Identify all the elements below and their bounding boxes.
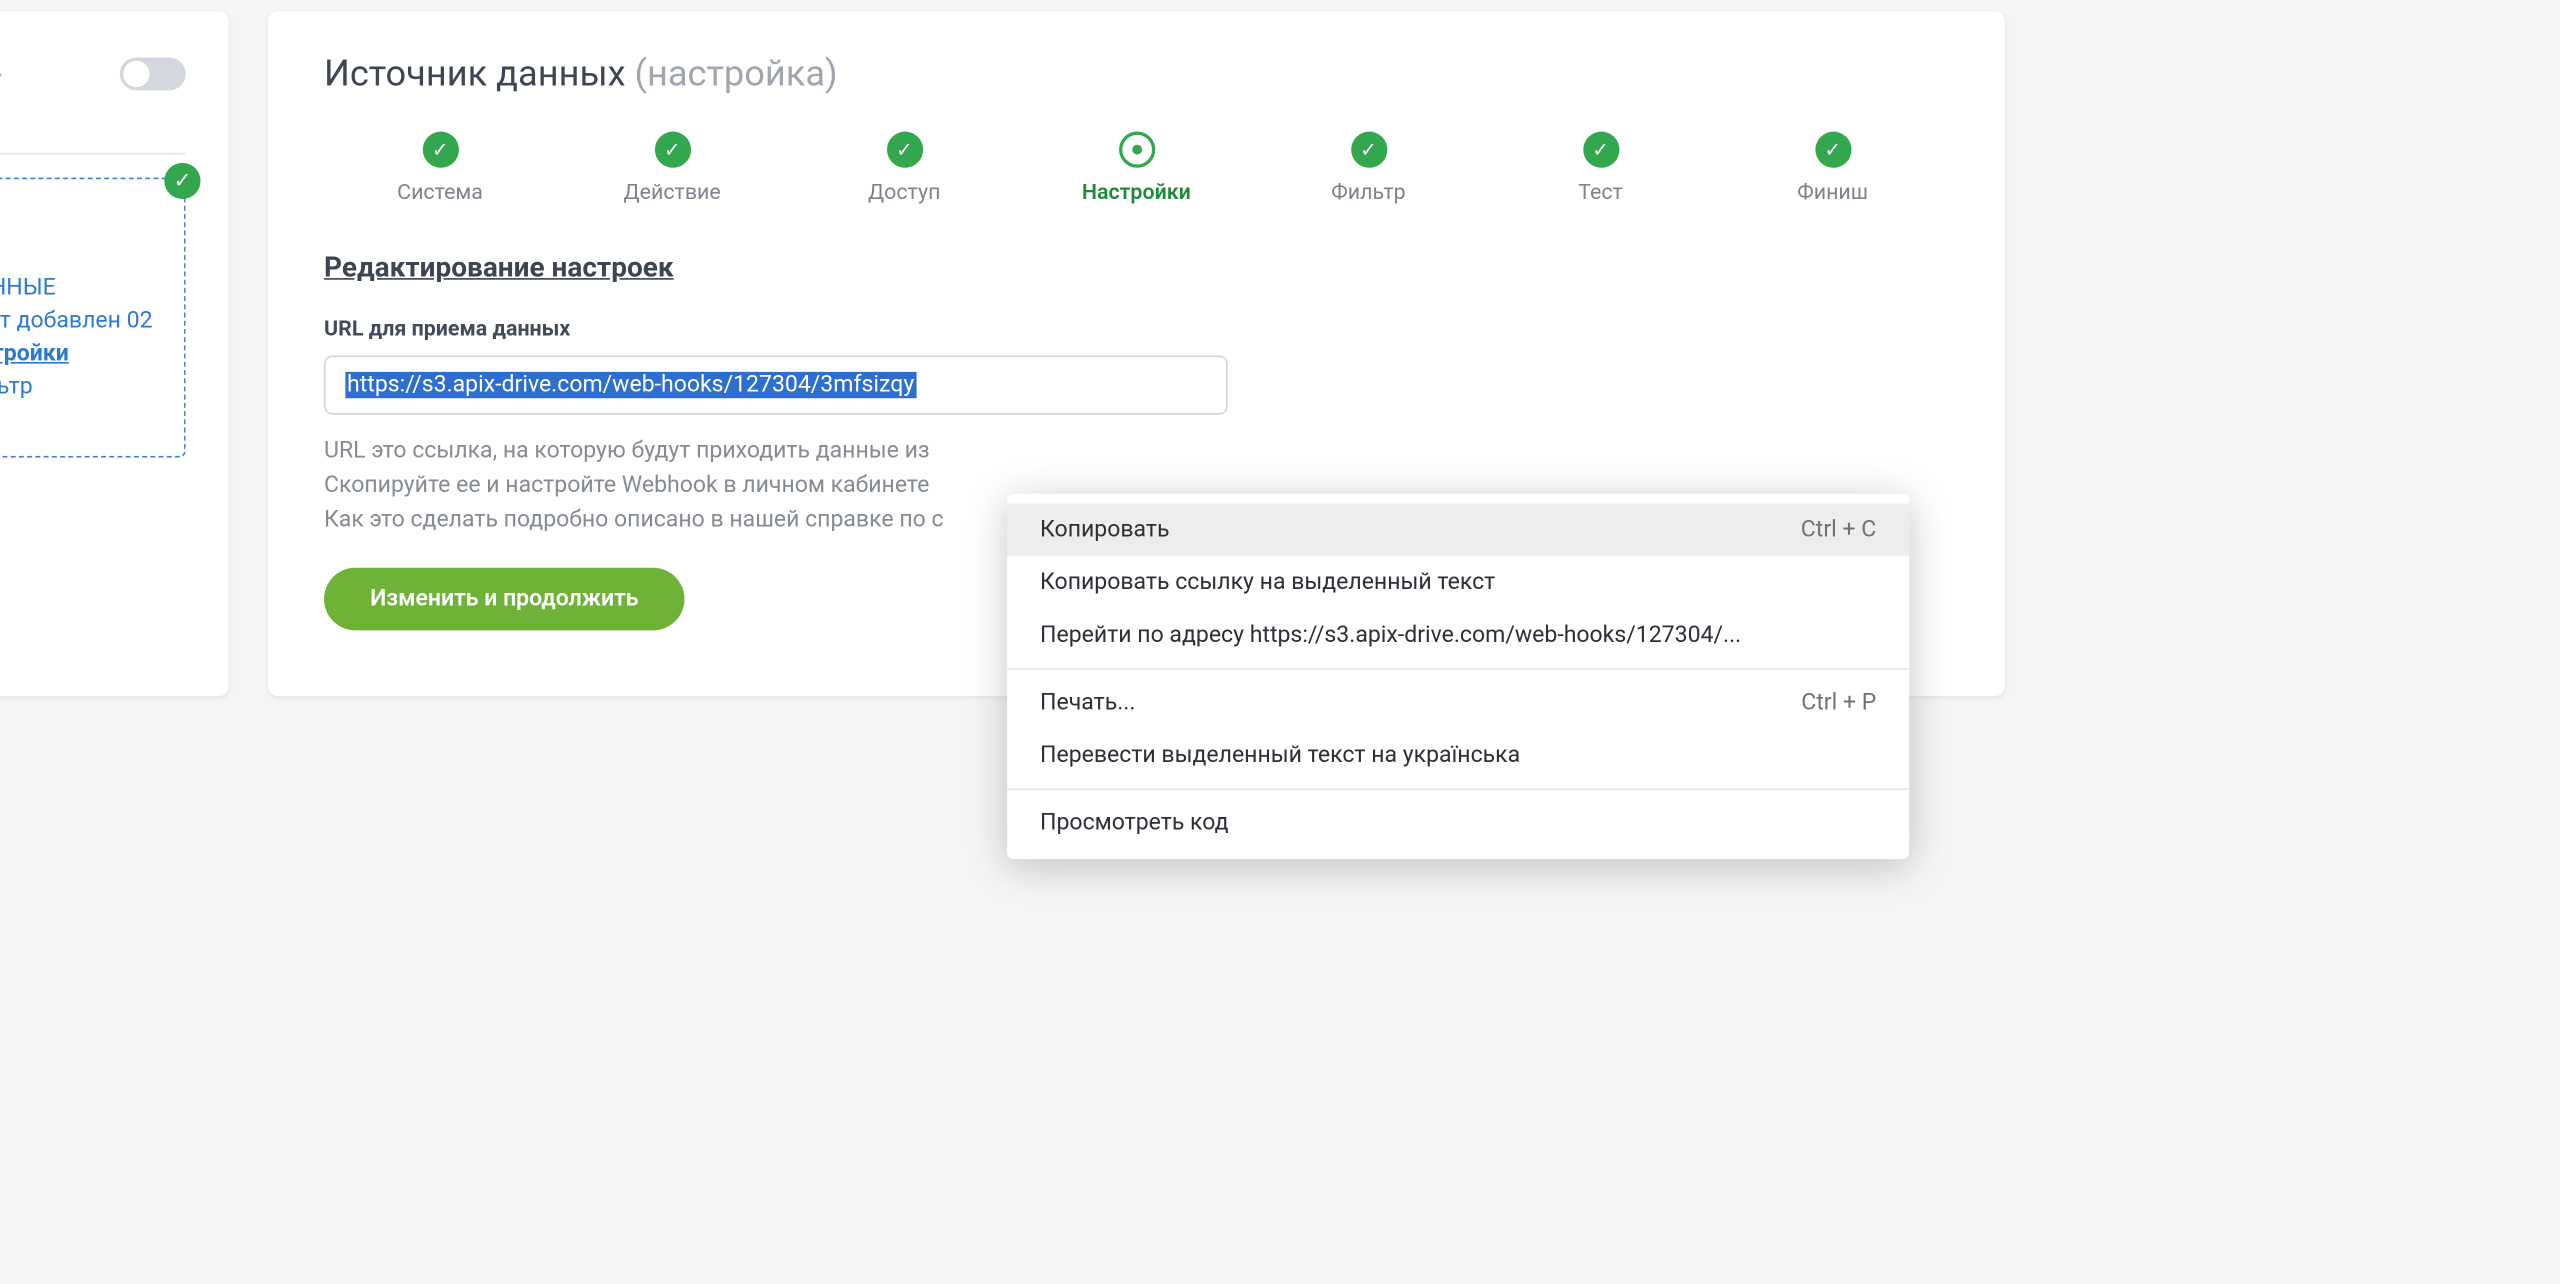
enable-toggle[interactable]	[120, 57, 186, 90]
stepper: ✓Система ✓Действие ✓Доступ Настройки ✓Фи…	[324, 132, 1949, 206]
link-test[interactable]: проверить	[0, 406, 161, 432]
source-block: ✓ 1 ИСТОЧНИК ДАННЫХ СистемаQuizell Дейст…	[0, 178, 186, 458]
step-system[interactable]: ✓Система	[324, 132, 556, 206]
url-input[interactable]: https://s3.apix-drive.com/web-hooks/1273…	[324, 355, 1228, 414]
main-content: Связь Главная/ Связи/ QUIZELL Связь (ID:…	[0, 0, 2057, 1032]
step-finish[interactable]: ✓Финиш	[1717, 132, 1949, 206]
connection-name: QUIZELL	[0, 110, 186, 154]
link-access[interactable]: Quizell (аккаунт добавлен 02	[0, 308, 161, 334]
step-test[interactable]: ✓Тест	[1485, 132, 1717, 206]
check-icon: ✓	[164, 163, 200, 199]
context-menu: КопироватьCtrl + C Копировать ссылку на …	[1007, 494, 1909, 859]
connection-card: Связь (ID: 45354) QUIZELL ✓ 1 ИСТОЧНИК Д…	[0, 11, 229, 696]
gear-icon[interactable]	[0, 58, 3, 89]
link-settings[interactable]: изменить настройки	[0, 341, 161, 367]
ctx-translate[interactable]: Перевести выделенный текст на українська	[1007, 729, 1909, 782]
url-field-label: URL для приема данных	[324, 318, 1949, 343]
section-heading: Редактирование настроек	[324, 252, 1949, 285]
link-system[interactable]: Quizell	[0, 242, 161, 268]
ctx-goto[interactable]: Перейти по адресу https://s3.apix-drive.…	[1007, 609, 1909, 662]
step-filter[interactable]: ✓Фильтр	[1252, 132, 1484, 206]
settings-title: Источник данных (настройка)	[324, 54, 1949, 95]
ctx-copy-link[interactable]: Копировать ссылку на выделенный текст	[1007, 556, 1909, 609]
step-access[interactable]: ✓Доступ	[788, 132, 1020, 206]
step-action[interactable]: ✓Действие	[556, 132, 788, 206]
link-action[interactable]: Загрузить ДАННЫЕ	[0, 275, 161, 301]
ctx-copy[interactable]: КопироватьCtrl + C	[1007, 504, 1909, 557]
step-settings[interactable]: Настройки	[1020, 132, 1252, 206]
save-continue-button[interactable]: Изменить и продолжить	[324, 568, 685, 631]
ctx-print[interactable]: Печать...Ctrl + P	[1007, 676, 1909, 729]
link-filter[interactable]: изменить фильтр	[0, 374, 161, 400]
ctx-inspect[interactable]: Просмотреть код	[1007, 797, 1909, 850]
